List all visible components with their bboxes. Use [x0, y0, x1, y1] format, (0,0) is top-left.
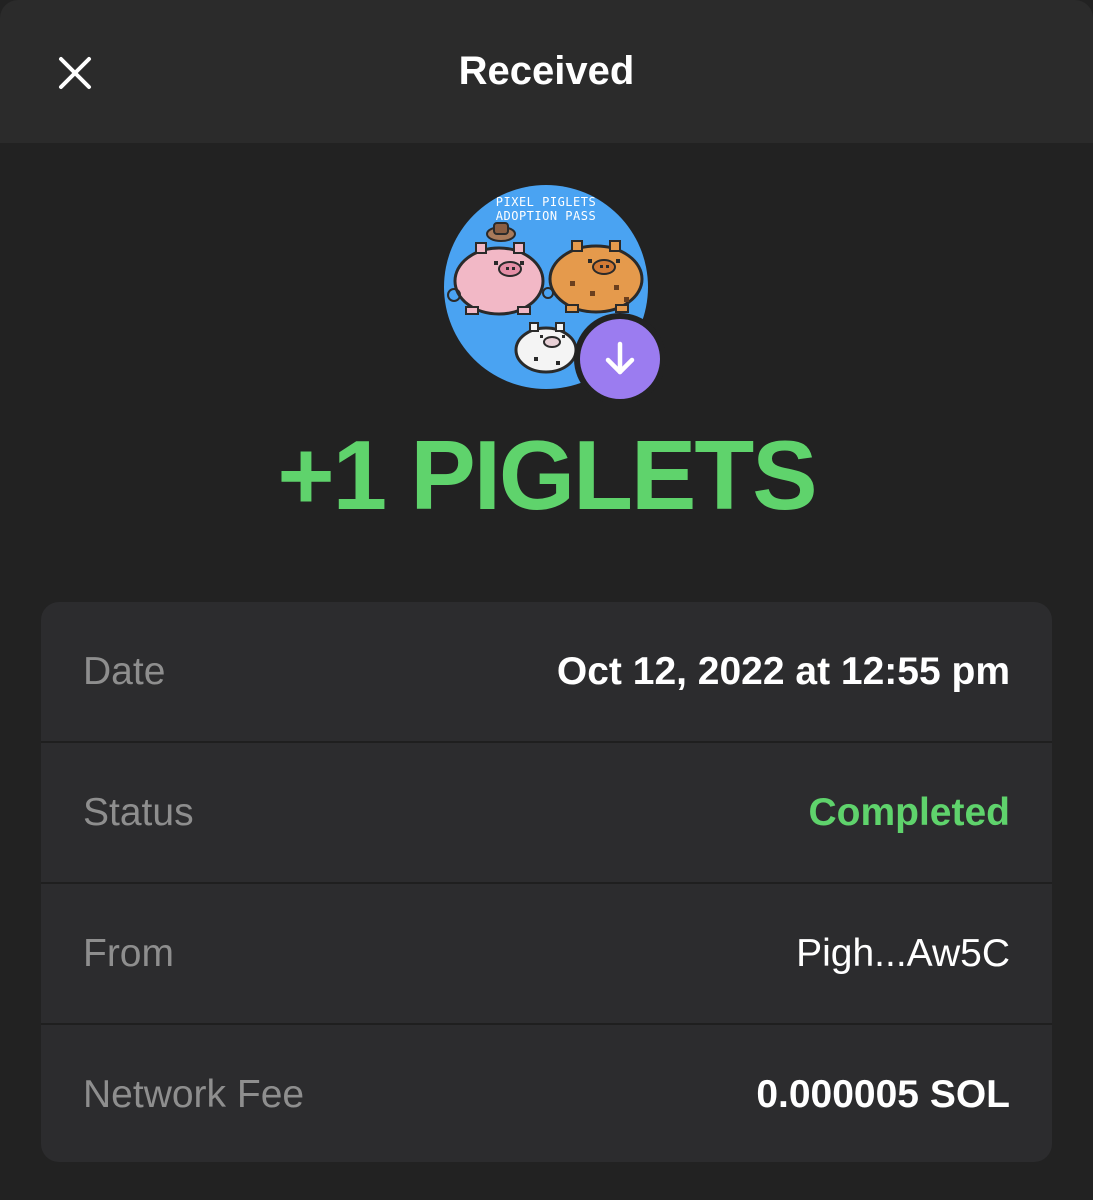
received-amount: +1 PIGLETS	[277, 420, 817, 530]
top-bar: Received	[0, 0, 1093, 143]
page-title: Received	[458, 49, 635, 93]
detail-row-from[interactable]: From Pigh...Aw5C	[41, 884, 1052, 1025]
detail-row-network-fee: Network Fee 0.000005 SOL	[41, 1025, 1052, 1162]
arrow-down-icon	[605, 341, 635, 375]
nft-caption-line-1: PIXEL PIGLETS	[495, 195, 597, 209]
received-badge	[580, 319, 660, 399]
network-fee-value: 0.000005 SOL	[756, 1073, 1010, 1116]
date-value: Oct 12, 2022 at 12:55 pm	[556, 650, 1010, 693]
nft-caption-line-2: ADOPTION PASS	[495, 209, 597, 223]
from-label: From	[83, 932, 174, 975]
nft-caption: PIXEL PIGLETS ADOPTION PASS	[444, 195, 648, 223]
date-label: Date	[83, 650, 166, 693]
detail-row-date: Date Oct 12, 2022 at 12:55 pm	[41, 602, 1052, 743]
nft-image-group: PIXEL PIGLETS ADOPTION PASS	[444, 185, 660, 401]
status-value: Completed	[808, 791, 1010, 834]
transaction-details-card: Date Oct 12, 2022 at 12:55 pm Status Com…	[41, 602, 1052, 1162]
from-address[interactable]: Pigh...Aw5C	[796, 884, 1010, 1023]
status-label: Status	[83, 791, 194, 834]
detail-row-status: Status Completed	[41, 743, 1052, 884]
network-fee-label: Network Fee	[83, 1073, 305, 1116]
